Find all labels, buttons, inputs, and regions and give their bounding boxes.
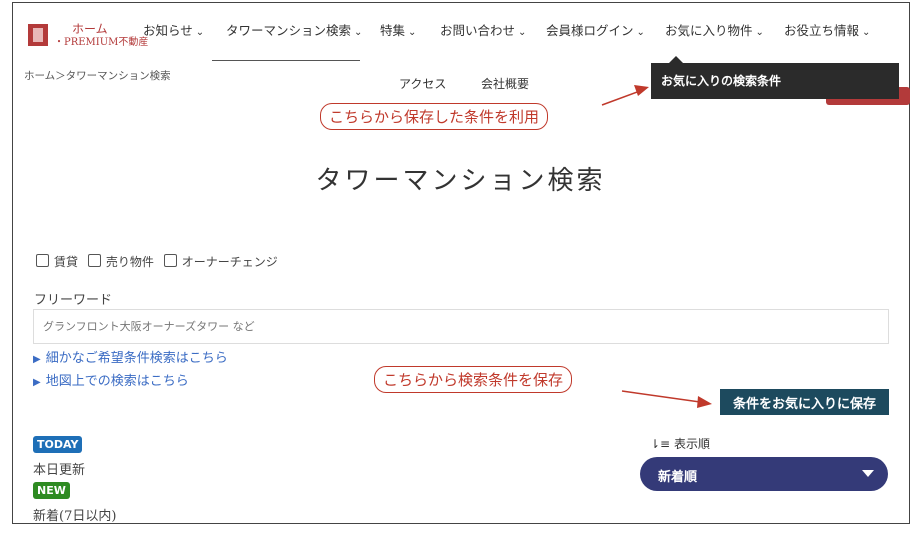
- today-text: 本日更新: [33, 463, 86, 478]
- map-search-link[interactable]: ▶ 地図上での検索はこちら: [33, 370, 189, 389]
- sort-order-select[interactable]: 新着順: [640, 457, 888, 491]
- save-conditions-button[interactable]: 条件をお気に入りに保存: [720, 389, 889, 415]
- new-badge: NEW: [33, 482, 70, 499]
- page-title: タワーマンション検索: [315, 166, 606, 196]
- detail-search-link[interactable]: ▶ 細かなご希望条件検索はこちら: [33, 347, 228, 366]
- freeword-label: フリーワード: [34, 293, 113, 308]
- caret-down-icon: [862, 470, 874, 477]
- checkbox-icon[interactable]: [163, 254, 177, 267]
- callout-save-conditions: こちらから検索条件を保存: [374, 366, 573, 393]
- checkbox-for-sale[interactable]: 売り物件: [87, 254, 154, 269]
- triangle-right-icon: ▶: [33, 377, 41, 388]
- sort-selected-value: 新着順: [658, 470, 698, 485]
- checkbox-icon[interactable]: [87, 254, 101, 267]
- sort-order-icon: ⇂≡: [650, 437, 674, 451]
- new-text: 新着(7日以内): [33, 509, 117, 524]
- checkbox-owner-change[interactable]: オーナーチェンジ: [163, 254, 278, 269]
- today-badge: TODAY: [33, 436, 83, 453]
- triangle-right-icon: ▶: [33, 354, 41, 365]
- property-type-filters: 賃貸 売り物件 オーナーチェンジ: [36, 253, 284, 270]
- freeword-input[interactable]: [33, 309, 889, 344]
- sort-label: ⇂≡ 表示順: [650, 437, 710, 451]
- checkbox-rental[interactable]: 賃貸: [36, 254, 78, 269]
- checkbox-icon[interactable]: [36, 254, 49, 267]
- callout-use-saved-conditions: こちらから保存した条件を利用: [320, 103, 549, 130]
